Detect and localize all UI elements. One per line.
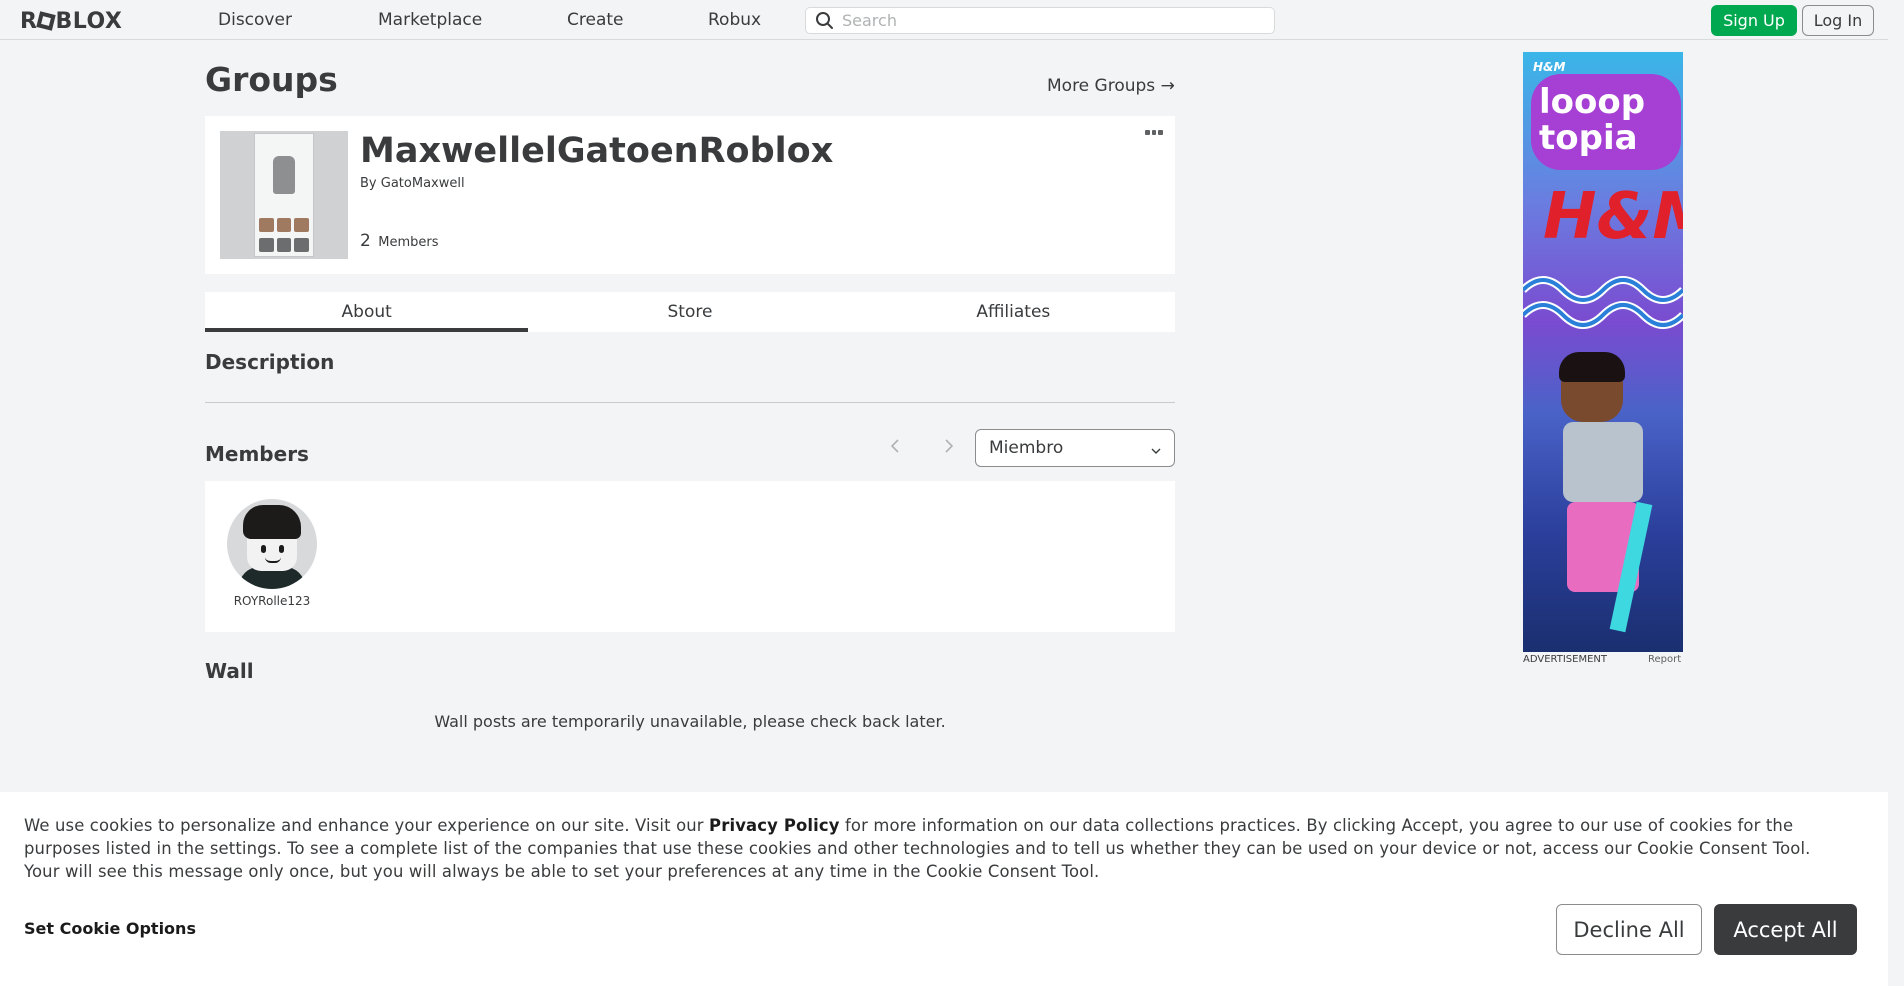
advertisement-banner[interactable]: looop topia H&M H&M [1523,52,1683,652]
by-label: By [360,176,377,191]
more-groups-link[interactable]: More Groups → [1047,76,1175,96]
accept-all-button[interactable]: Accept All [1714,904,1857,955]
description-heading: Description [205,350,335,374]
search-box[interactable] [805,7,1275,34]
group-header-card: MaxwellelGatoenRoblox By GatoMaxwell 2 M… [205,116,1175,274]
chevron-down-icon [1150,442,1162,454]
page-title: Groups [205,60,338,99]
member-count: 2 Members [360,231,438,251]
ad-logo-badge: looop topia [1531,74,1681,170]
ad-title: looop topia [1539,82,1646,158]
top-navigation-bar: R BLOX Discover Marketplace Create Robux … [0,0,1888,40]
ad-brand: H&M [1543,180,1683,254]
search-icon [812,8,838,34]
nav-robux[interactable]: Robux [708,10,761,30]
member-count-label: Members [378,235,439,250]
group-name: MaxwellelGatoenRoblox [360,131,834,171]
section-divider [205,402,1175,403]
ad-report-link[interactable]: Report [1648,654,1681,665]
log-in-button[interactable]: Log In [1802,5,1874,36]
avatar[interactable] [227,499,317,589]
more-options-icon[interactable] [1145,130,1164,138]
wall-heading: Wall [205,659,254,683]
set-cookie-options-link[interactable]: Set Cookie Options [24,919,196,938]
members-list: ROYRolle123 [205,481,1175,632]
page-scrollbar[interactable] [1888,0,1904,986]
tab-store[interactable]: Store [528,292,851,332]
member-count-value: 2 [360,231,371,251]
chevron-left-icon[interactable] [886,436,906,456]
members-heading: Members [205,442,309,466]
nav-create[interactable]: Create [567,10,624,30]
ad-brand-small: H&M [1533,60,1566,74]
ad-avatar-figure [1553,352,1653,642]
ad-wave-graphic [1523,276,1683,329]
cookie-message: We use cookies to personalize and enhanc… [24,814,1844,883]
wall-unavailable-message: Wall posts are temporarily unavailable, … [434,712,946,731]
member-card[interactable]: ROYRolle123 [227,499,317,608]
advertisement-label: ADVERTISEMENT [1523,654,1608,665]
tab-about[interactable]: About [205,292,529,332]
group-owner-link[interactable]: GatoMaxwell [381,176,465,191]
role-select-value: Miembro [989,438,1064,458]
group-owner-line: By GatoMaxwell [360,176,465,191]
member-name[interactable]: ROYRolle123 [227,594,317,608]
cookie-consent-banner: We use cookies to personalize and enhanc… [0,792,1888,986]
nav-discover[interactable]: Discover [218,10,292,30]
group-tabs: About Store Affiliates [205,292,1175,332]
tab-affiliates[interactable]: Affiliates [852,292,1175,332]
cookie-text-before: We use cookies to personalize and enhanc… [24,816,710,835]
nav-marketplace[interactable]: Marketplace [378,10,482,30]
privacy-policy-link[interactable]: Privacy Policy [709,816,840,835]
sign-up-button[interactable]: Sign Up [1711,5,1797,36]
search-input[interactable] [842,11,1262,30]
roblox-logo[interactable]: R BLOX [20,9,122,34]
role-select[interactable]: Miembro [975,429,1175,467]
decline-all-button[interactable]: Decline All [1556,904,1702,955]
group-emblem-image [220,131,348,259]
chevron-right-icon[interactable] [938,436,958,456]
